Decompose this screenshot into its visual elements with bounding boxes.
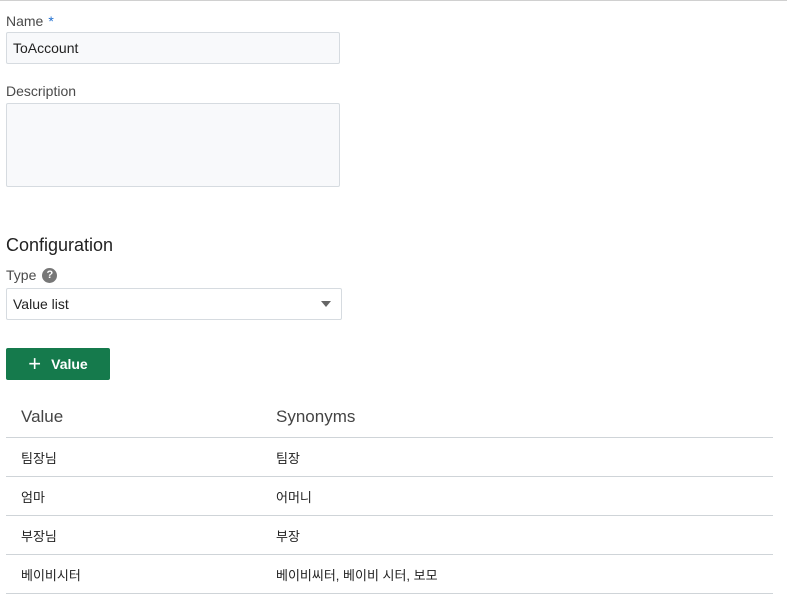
configuration-heading: Configuration	[6, 235, 114, 255]
table-row[interactable]: 부장님 부장	[6, 515, 773, 555]
description-label: Description	[6, 83, 77, 99]
type-label-row: Type ?	[6, 267, 58, 283]
value-cell[interactable]: 부장님	[6, 515, 261, 555]
add-value-button[interactable]: + Value	[6, 348, 110, 380]
value-cell[interactable]: 엄마	[6, 476, 261, 516]
chevron-down-icon	[321, 301, 331, 307]
description-textarea[interactable]	[6, 103, 340, 187]
type-select[interactable]: Value list	[6, 288, 342, 320]
required-mark: *	[48, 13, 54, 29]
table-header-row: Value Synonyms	[6, 397, 773, 438]
table-row[interactable]: 엄마 어머니	[6, 476, 773, 516]
add-value-label: Value	[51, 356, 88, 372]
name-label: Name *	[6, 13, 54, 29]
synonyms-cell[interactable]: 부장	[261, 515, 773, 555]
type-select-value: Value list	[13, 296, 69, 312]
column-header-synonyms: Synonyms	[261, 397, 773, 438]
plus-icon: +	[28, 351, 42, 376]
synonyms-cell[interactable]: 베이비씨터, 베이비 시터, 보모	[261, 554, 773, 594]
synonyms-cell[interactable]: 팀장	[261, 437, 773, 477]
type-label: Type	[6, 267, 37, 283]
table-row[interactable]: 베이비시터 베이비씨터, 베이비 시터, 보모	[6, 554, 773, 594]
name-input[interactable]: ToAccount	[6, 32, 340, 64]
synonyms-cell[interactable]: 어머니	[261, 476, 773, 516]
help-icon[interactable]: ?	[42, 267, 58, 283]
value-cell[interactable]: 팀장님	[6, 437, 261, 477]
column-header-value: Value	[6, 397, 261, 438]
value-cell[interactable]: 베이비시터	[6, 554, 261, 594]
table-row[interactable]: 팀장님 팀장	[6, 437, 773, 477]
values-table: Value Synonyms 팀장님 팀장 엄마 어머니 부장님 부장 베이비시…	[6, 397, 773, 594]
top-divider	[0, 0, 787, 1]
